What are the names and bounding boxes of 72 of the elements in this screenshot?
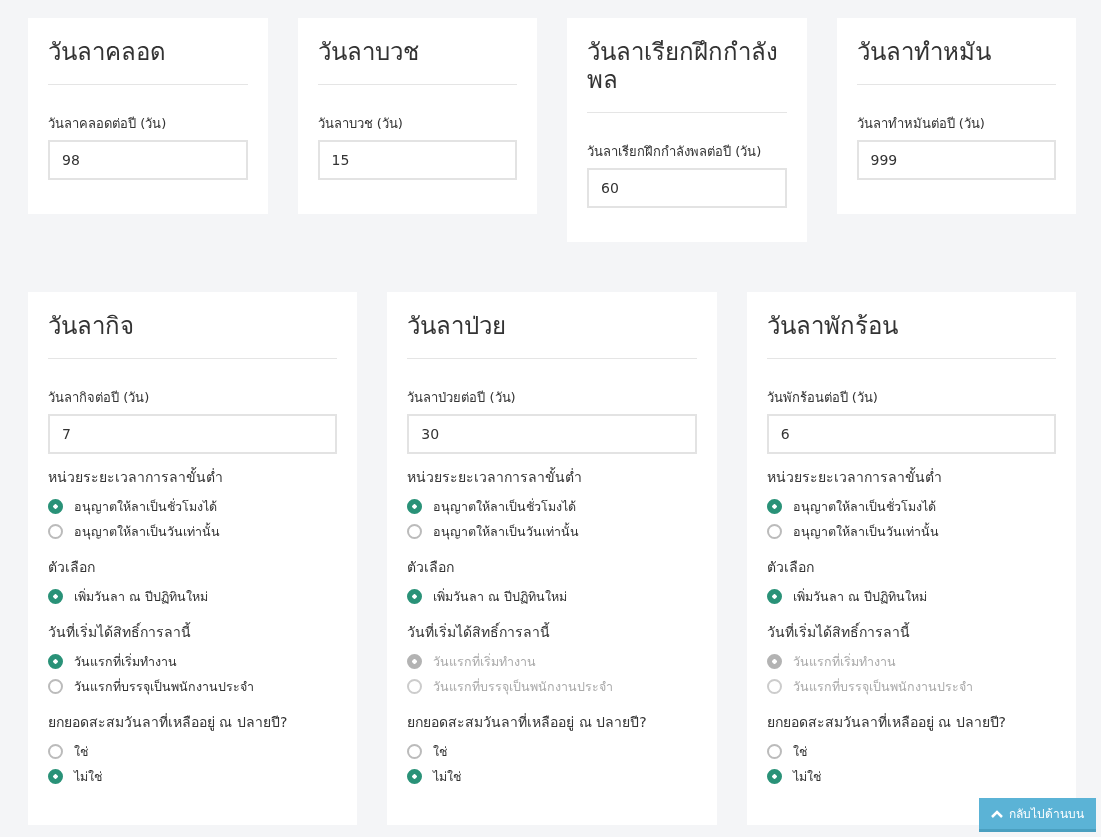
- field-label: วันลากิจต่อปี (วัน): [48, 389, 151, 407]
- radio-button[interactable]: [48, 679, 63, 694]
- radio-button[interactable]: [766, 769, 782, 784]
- card-title: วันลาเรียกฝึกกำลังพล: [587, 38, 779, 94]
- option-label: อนุญาตให้ลาเป็นชั่วโมงได้: [433, 497, 577, 517]
- option-label: เพิ่มวันลา ณ ปีปฏิทินใหม่: [74, 587, 208, 606]
- option-label: วันแรกที่บรรจุเป็นพนักงานประจำ: [433, 677, 614, 697]
- radio-button[interactable]: [766, 744, 782, 759]
- group-heading: วันที่เริ่มได้สิทธิ์การลานี้: [407, 621, 552, 642]
- card-title: วันลากิจ: [48, 312, 135, 340]
- option-label: วันแรกที่เริ่มทำงาน: [74, 652, 177, 671]
- card-title: วันลาพักร้อน: [766, 312, 899, 340]
- group-heading: หน่วยระยะเวลาการลาขั้นต่ำ: [407, 466, 584, 487]
- card-title: วันลาคลอด: [48, 38, 167, 66]
- option-label: วันแรกที่เริ่มทำงาน: [792, 652, 896, 671]
- group-heading: ยกยอดสะสมวันลาที่เหลืออยู่ ณ ปลายปี?: [766, 712, 1007, 733]
- radio-button[interactable]: [766, 524, 782, 539]
- option-label: ใช่: [433, 742, 448, 761]
- group-heading: วันที่เริ่มได้สิทธิ์การลานี้: [766, 621, 911, 642]
- field-label: วันลาป่วยต่อปี (วัน): [407, 389, 517, 407]
- input-field[interactable]: 98: [48, 140, 248, 180]
- input-field[interactable]: 999: [856, 140, 1056, 180]
- option-label: ไม่ใช่: [792, 767, 821, 786]
- option-label: อนุญาตให้ลาเป็นชั่วโมงได้: [792, 497, 936, 517]
- radio-button[interactable]: [766, 589, 782, 604]
- radio-button[interactable]: [48, 654, 63, 669]
- input-field[interactable]: 6: [766, 414, 1056, 454]
- field-label: วันลาบวช (วัน): [317, 115, 404, 133]
- option-label: ไม่ใช่: [74, 767, 102, 786]
- option-label: วันแรกที่บรรจุเป็นพนักงานประจำ: [792, 677, 973, 697]
- radio-button[interactable]: [407, 524, 423, 539]
- card-title: วันลาป่วย: [407, 312, 508, 340]
- option-label: วันแรกที่เริ่มทำงาน: [433, 652, 537, 671]
- card-title: วันลาบวช: [317, 38, 420, 66]
- group-heading: ยกยอดสะสมวันลาที่เหลืออยู่ ณ ปลายปี?: [48, 712, 289, 733]
- radio-button[interactable]: [766, 499, 782, 514]
- radio-button[interactable]: [48, 744, 63, 759]
- option-label: เพิ่มวันลา ณ ปีปฏิทินใหม่: [433, 587, 568, 606]
- input-field[interactable]: 30: [407, 414, 697, 454]
- option-label: อนุญาตให้ลาเป็นวันเท่านั้น: [433, 521, 580, 542]
- radio-button[interactable]: [407, 499, 423, 514]
- chevron-up-icon: [991, 809, 1003, 818]
- group-heading: หน่วยระยะเวลาการลาขั้นต่ำ: [766, 466, 943, 487]
- field-label: วันลาคลอดต่อปี (วัน): [48, 115, 168, 133]
- field-label: วันลาทำหมันต่อปี (วัน): [856, 115, 986, 133]
- option-label: อนุญาตให้ลาเป็นชั่วโมงได้: [74, 497, 217, 517]
- group-heading: ตัวเลือก: [766, 558, 815, 577]
- radio-button[interactable]: [407, 744, 423, 759]
- group-heading: วันที่เริ่มได้สิทธิ์การลานี้: [48, 621, 192, 642]
- option-label: ไม่ใช่: [433, 767, 462, 786]
- group-heading: ยกยอดสะสมวันลาที่เหลืออยู่ ณ ปลายปี?: [407, 712, 648, 733]
- radio-button[interactable]: [407, 769, 423, 784]
- group-heading: ตัวเลือก: [48, 558, 96, 577]
- option-label: อนุญาตให้ลาเป็นวันเท่านั้น: [792, 521, 939, 542]
- input-field[interactable]: 7: [48, 414, 338, 454]
- radio-button[interactable]: [48, 589, 63, 604]
- input-field[interactable]: 15: [317, 140, 517, 180]
- field-label: วันลาเรียกฝึกกำลังพลต่อปี (วัน): [587, 143, 763, 161]
- option-label: วันแรกที่บรรจุเป็นพนักงานประจำ: [74, 677, 254, 697]
- card-title: วันลาทำหมัน: [856, 38, 992, 66]
- radio-button[interactable]: [48, 499, 63, 514]
- option-label: ใช่: [74, 742, 88, 761]
- option-label: ใช่: [792, 742, 807, 761]
- input-field[interactable]: 60: [587, 168, 787, 208]
- radio-button[interactable]: [48, 524, 63, 539]
- option-label: อนุญาตให้ลาเป็นวันเท่านั้น: [74, 521, 220, 542]
- radio-button[interactable]: [407, 589, 423, 604]
- radio-button[interactable]: [48, 769, 63, 784]
- option-label: เพิ่มวันลา ณ ปีปฏิทินใหม่: [792, 587, 927, 606]
- group-heading: หน่วยระยะเวลาการลาขั้นต่ำ: [48, 466, 224, 487]
- group-heading: ตัวเลือก: [407, 558, 456, 577]
- field-label: วันพักร้อนต่อปี (วัน): [766, 389, 879, 407]
